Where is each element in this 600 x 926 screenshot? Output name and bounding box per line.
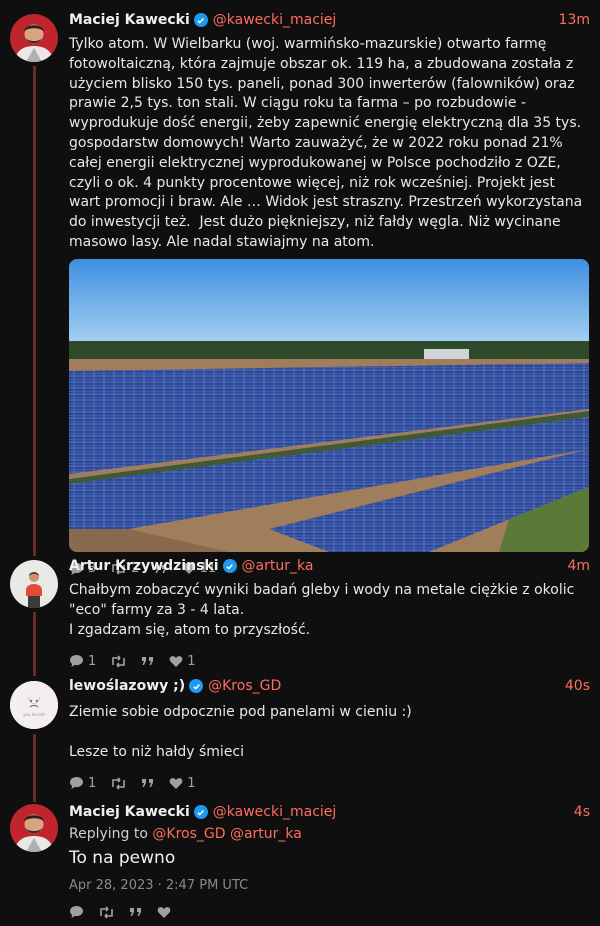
- thread-line: [33, 790, 36, 802]
- tweet-time[interactable]: 13m: [559, 12, 590, 28]
- quote-icon: [130, 908, 141, 916]
- replying-to-link[interactable]: @artur_ka: [230, 826, 302, 842]
- quote-button[interactable]: [141, 655, 155, 667]
- quote-icon: [142, 657, 154, 666]
- like-button[interactable]: [157, 906, 171, 919]
- verified-icon: [193, 805, 208, 819]
- avatar[interactable]: [10, 14, 58, 62]
- reply-icon: [70, 777, 83, 790]
- author-name[interactable]: Artur Krzywdzinski: [69, 558, 219, 574]
- retweet-icon: [112, 655, 126, 668]
- author-handle[interactable]: @kawecki_maciej: [213, 804, 337, 820]
- reply-icon: [70, 906, 83, 918]
- quote-icon: [142, 779, 154, 788]
- tweet-stats: 1 1: [69, 774, 590, 792]
- replying-to: Replying to @Kros_GD @artur_ka: [69, 826, 590, 842]
- verified-icon: [222, 559, 237, 573]
- reply-count: 1: [88, 653, 97, 669]
- avatar[interactable]: [10, 804, 58, 852]
- tweet-photo[interactable]: [69, 258, 589, 552]
- replying-label: Replying to: [69, 826, 148, 842]
- retweet-button[interactable]: [110, 777, 127, 790]
- heart-icon: [169, 655, 183, 667]
- author-handle[interactable]: @artur_ka: [242, 558, 314, 574]
- reply-button[interactable]: [69, 905, 84, 919]
- author-name[interactable]: Maciej Kawecki: [69, 804, 190, 820]
- like-count: 1: [187, 653, 196, 669]
- tweet-time[interactable]: 40s: [565, 678, 590, 694]
- heart-icon: [169, 777, 183, 789]
- avatar[interactable]: [10, 560, 58, 608]
- avatar-caption: you decide: [23, 712, 45, 717]
- heart-icon: [157, 906, 171, 918]
- quote-button[interactable]: [129, 906, 143, 918]
- retweet-icon: [100, 905, 113, 919]
- thread-line: [33, 612, 36, 664]
- author-handle[interactable]: @Kros_GD: [208, 678, 281, 694]
- tweet-date[interactable]: Apr 28, 2023 · 2:47 PM UTC: [69, 878, 590, 893]
- retweet-button[interactable]: [98, 905, 115, 919]
- reply-icon: [70, 655, 83, 668]
- tweet-time[interactable]: 4s: [574, 804, 590, 820]
- tweet-2[interactable]: Artur Krzywdzinski @artur_ka 4m Chałbym …: [0, 556, 600, 669]
- author-name[interactable]: Maciej Kawecki: [69, 12, 190, 28]
- tweet-3[interactable]: you decide lewoślazowy ;) @Kros_GD 40s Z…: [0, 676, 600, 792]
- thread-line: [33, 734, 36, 790]
- thread-line: [33, 538, 36, 556]
- tweet-stats: 1 1: [69, 652, 590, 670]
- avatar[interactable]: you decide: [10, 681, 58, 729]
- verified-icon: [189, 679, 204, 693]
- like-count: 1: [187, 775, 196, 791]
- tweet-text: Tylko atom. W Wielbarku (woj. warmińsko-…: [69, 36, 587, 250]
- tweet-text: Chałbym zobaczyć wyniki badań gleby i wo…: [69, 582, 575, 638]
- author-handle[interactable]: @kawecki_maciej: [213, 12, 337, 28]
- reply-count: 1: [88, 775, 97, 791]
- tweet-text: Ziemie sobie odpocznie pod panelami w ci…: [69, 704, 412, 760]
- retweet-icon: [112, 777, 126, 790]
- reply-button[interactable]: 1: [69, 654, 96, 669]
- tweet-4[interactable]: Maciej Kawecki @kawecki_maciej 4s Replyi…: [0, 802, 600, 926]
- author-name[interactable]: lewoślazowy ;): [69, 678, 185, 694]
- tweet-stats: [69, 903, 590, 921]
- thread: Maciej Kawecki @kawecki_maciej 13m Tylko…: [0, 0, 600, 926]
- like-button[interactable]: 1: [169, 775, 196, 791]
- tweet-text: To na pewno: [69, 848, 176, 868]
- like-button[interactable]: 1: [169, 653, 196, 669]
- retweet-button[interactable]: [110, 655, 127, 668]
- reply-button[interactable]: 1: [69, 776, 96, 791]
- verified-icon: [193, 13, 208, 27]
- replying-to-link[interactable]: @Kros_GD: [152, 826, 225, 842]
- thread-line: [33, 664, 36, 676]
- tweet-1[interactable]: Maciej Kawecki @kawecki_maciej 13m Tylko…: [0, 10, 600, 576]
- thread-line: [33, 66, 36, 538]
- tweet-time[interactable]: 4m: [567, 558, 590, 574]
- quote-button[interactable]: [141, 777, 155, 789]
